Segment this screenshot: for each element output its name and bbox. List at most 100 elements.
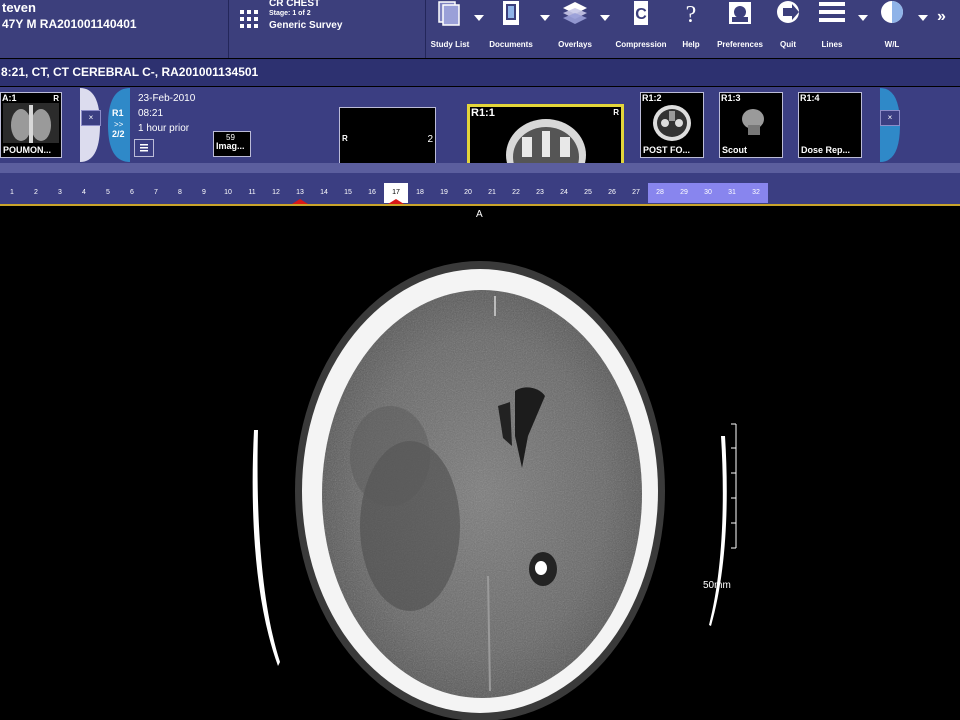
- image-number-7[interactable]: 7: [144, 183, 168, 203]
- study-list-label: Study List: [430, 40, 470, 49]
- overlays-caret-icon[interactable]: [600, 15, 610, 21]
- notes-icon: [140, 144, 148, 152]
- image-number-19[interactable]: 19: [432, 183, 456, 203]
- ct-skull-base-thumbnail: [653, 105, 691, 141]
- image-number-5[interactable]: 5: [96, 183, 120, 203]
- study-r1-nav-icon[interactable]: >>: [114, 120, 123, 129]
- image-number-6[interactable]: 6: [120, 183, 144, 203]
- grid-icon[interactable]: [240, 10, 258, 28]
- preferences-button[interactable]: Preferences: [716, 0, 764, 58]
- report-icon: R: [342, 134, 348, 143]
- ct-head-thumbnail: [506, 119, 586, 167]
- image-number-14[interactable]: 14: [312, 183, 336, 203]
- window-level-caret-icon[interactable]: [918, 15, 928, 21]
- documents-button[interactable]: Documents: [488, 0, 534, 58]
- documents-caret-icon[interactable]: [540, 15, 550, 21]
- image-number-10[interactable]: 10: [216, 183, 240, 203]
- scale-label: 50mm: [703, 580, 731, 591]
- window-level-button[interactable]: W/L: [872, 0, 912, 58]
- study-list-button[interactable]: Study List: [428, 0, 472, 58]
- close-study-r1-button[interactable]: ×: [880, 110, 900, 126]
- image-number-2[interactable]: 2: [24, 183, 48, 203]
- image-number-23[interactable]: 23: [528, 183, 552, 203]
- image-number-22[interactable]: 22: [504, 183, 528, 203]
- documents-icon: [503, 1, 519, 25]
- image-number-26[interactable]: 26: [600, 183, 624, 203]
- image-number-16[interactable]: 16: [360, 183, 384, 203]
- study-title: CR CHEST: [269, 0, 321, 9]
- image-number-25[interactable]: 25: [576, 183, 600, 203]
- lines-button[interactable]: Lines: [812, 0, 852, 58]
- patient-info: 47Y M RA201001140401: [2, 17, 137, 31]
- more-tools-icon[interactable]: »: [937, 8, 946, 26]
- study-prior: 1 hour prior: [138, 123, 190, 134]
- thumbnail-r1-2[interactable]: R1:2 POST FO...: [640, 92, 704, 158]
- study-list-caret-icon[interactable]: [474, 15, 484, 21]
- image-number-29[interactable]: 29: [672, 183, 696, 203]
- report-icon: R: [613, 108, 619, 117]
- lines-caret-icon[interactable]: [858, 15, 868, 21]
- image-number-30[interactable]: 30: [696, 183, 720, 203]
- report-icon: R: [53, 94, 59, 103]
- image-number-4[interactable]: 4: [72, 183, 96, 203]
- thumbnail-r1-4-description: Dose Rep...: [801, 145, 851, 155]
- help-button[interactable]: ? Help: [672, 0, 710, 58]
- study-panel[interactable]: CR CHEST Stage: 1 of 2 Generic Survey: [229, 0, 426, 58]
- thumbnail-a1[interactable]: A:1 R POUMON...: [0, 92, 62, 158]
- image-number-27[interactable]: 27: [624, 183, 648, 203]
- overlays-icon: [563, 2, 587, 24]
- image-number-15[interactable]: 15: [336, 183, 360, 203]
- image-number-8[interactable]: 8: [168, 183, 192, 203]
- study-list-icon: [438, 1, 460, 26]
- thumbnail-r1-3[interactable]: R1:3 Scout: [719, 92, 783, 158]
- header-toolbar: teven 47Y M RA201001140401 CR CHEST Stag…: [0, 0, 960, 58]
- documents-label: Documents: [489, 40, 533, 49]
- patient-name: teven: [2, 0, 36, 15]
- image-stack-label: Imag...: [216, 141, 245, 151]
- image-number-1[interactable]: 1: [0, 183, 24, 203]
- study-description: Generic Survey: [269, 20, 343, 31]
- study-r1-count: 2/2: [112, 129, 125, 139]
- image-number-21[interactable]: 21: [480, 183, 504, 203]
- image-number-9[interactable]: 9: [192, 183, 216, 203]
- image-number-20[interactable]: 20: [456, 183, 480, 203]
- ct-brain-image[interactable]: [0, 206, 960, 720]
- scout-thumbnail: [742, 109, 764, 135]
- image-number-31[interactable]: 31: [720, 183, 744, 203]
- thumbnail-r1-3-description: Scout: [722, 145, 748, 155]
- overlays-button[interactable]: Overlays: [554, 0, 596, 58]
- strip-divider: [0, 173, 960, 182]
- series-2-thumbnail[interactable]: R 2: [339, 107, 436, 164]
- close-study-a-button[interactable]: ×: [81, 110, 101, 126]
- thumbnail-r1-2-description: POST FO...: [643, 145, 691, 155]
- window-level-icon: [881, 1, 903, 23]
- preferences-icon: [729, 2, 751, 24]
- image-number-18[interactable]: 18: [408, 183, 432, 203]
- image-number-11[interactable]: 11: [240, 183, 264, 203]
- image-number-24[interactable]: 24: [552, 183, 576, 203]
- image-number-12[interactable]: 12: [264, 183, 288, 203]
- image-stack-thumbnail[interactable]: 59 Imag...: [213, 131, 251, 157]
- quit-button[interactable]: Quit: [770, 0, 806, 58]
- thumbnail-r1-4[interactable]: R1:4 Dose Rep...: [798, 92, 862, 158]
- scale-ruler: [709, 423, 737, 626]
- svg-text:C: C: [635, 6, 647, 23]
- thumbnail-r1-1-label: R1:1: [471, 107, 495, 119]
- quit-icon: [777, 1, 799, 23]
- thumbnail-r1-4-label: R1:4: [800, 93, 820, 103]
- image-number-32[interactable]: 32: [744, 183, 768, 203]
- study-notes-button[interactable]: [134, 139, 154, 157]
- image-number-3[interactable]: 3: [48, 183, 72, 203]
- window-level-label: W/L: [884, 40, 900, 49]
- compression-button[interactable]: C Compression: [614, 0, 668, 58]
- overlays-label: Overlays: [558, 40, 592, 49]
- patient-panel: teven 47Y M RA201001140401: [0, 0, 229, 58]
- positioning-strap-left: [252, 430, 280, 666]
- thumbnail-r1-2-label: R1:2: [642, 93, 662, 103]
- study-date: 23-Feb-2010: [138, 93, 196, 104]
- thumbnail-r1-1[interactable]: R1:1 R: [467, 104, 624, 167]
- thumbnail-a1-description: POUMON...: [3, 145, 52, 155]
- image-number-28[interactable]: 28: [648, 183, 672, 203]
- help-icon: ?: [686, 2, 697, 28]
- compression-icon: C: [634, 1, 648, 25]
